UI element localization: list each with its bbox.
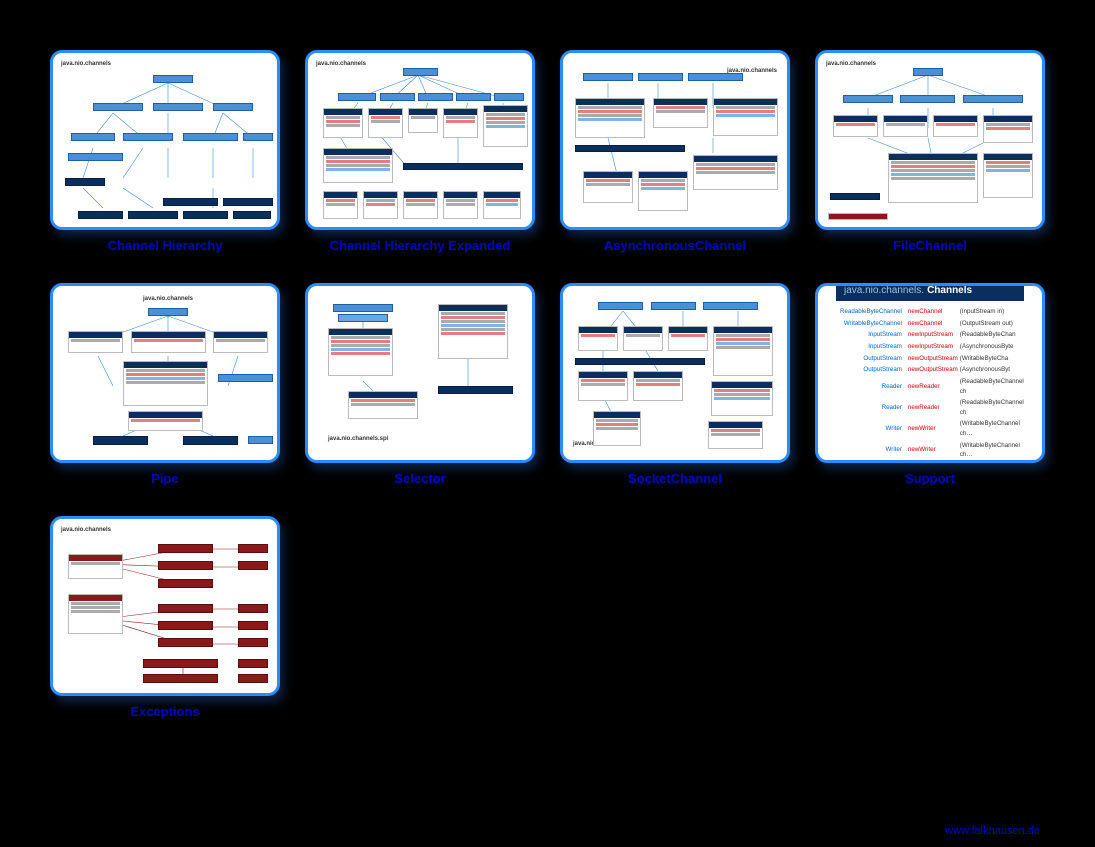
card-title: Pipe: [151, 471, 178, 486]
package-label: java.nio.channels: [826, 61, 876, 67]
support-row: InputStreamnewInputStream(AsynchronousBy…: [840, 342, 1024, 352]
support-row: WritableByteChannelnewChannel(OutputStre…: [840, 319, 1024, 329]
thumbnail[interactable]: java.nio.channels: [815, 50, 1045, 230]
footer-link[interactable]: www.falkhausen.de: [945, 825, 1040, 837]
thumbnail[interactable]: java.nio.channels: [50, 50, 280, 230]
card-socket-channel[interactable]: java.nio.channels SocketChannel: [560, 283, 790, 486]
card-title: Channel Hierarchy: [108, 238, 223, 253]
card-support[interactable]: java.nio.channels.Channels ReadableByteC…: [815, 283, 1045, 486]
package-label: java.nio.channels: [61, 61, 111, 67]
card-title: FileChannel: [893, 238, 967, 253]
thumbnail[interactable]: java.nio.channels: [50, 283, 280, 463]
card-channel-hierarchy-expanded[interactable]: java.nio.channels Channe: [305, 50, 535, 253]
package-label: java.nio.channels: [316, 61, 366, 67]
card-asynchronous-channel[interactable]: java.nio.channels AsynchronousChannel: [560, 50, 790, 253]
thumbnail[interactable]: java.nio.channels: [305, 50, 535, 230]
support-row: WriternewWriter(WritableByteChannel ch…: [840, 419, 1024, 438]
thumbnail[interactable]: java.nio.channels.spi: [305, 283, 535, 463]
card-title: Support: [905, 471, 955, 486]
support-header: java.nio.channels.Channels: [836, 283, 1024, 301]
card-title: Selector: [394, 471, 445, 486]
card-title: Exceptions: [130, 704, 199, 719]
card-exceptions[interactable]: java.nio.channels: [50, 516, 280, 719]
card-title: Channel Hierarchy Expanded: [330, 238, 511, 253]
thumbnail[interactable]: java.nio.channels: [560, 50, 790, 230]
card-title: SocketChannel: [628, 471, 722, 486]
package-label: java.nio.channels: [143, 296, 193, 302]
card-pipe[interactable]: java.nio.channels Pipe: [50, 283, 280, 486]
card-title: AsynchronousChannel: [604, 238, 746, 253]
diagram-grid: java.nio.channels: [50, 50, 1045, 719]
support-class: Channels: [927, 285, 972, 296]
support-method-table: ReadableByteChannelnewChannel(InputStrea…: [836, 301, 1028, 463]
support-package: java.nio.channels.: [844, 285, 924, 296]
thumbnail[interactable]: java.nio.channels: [560, 283, 790, 463]
support-row: InputStreamnewInputStream(ReadableByteCh…: [840, 330, 1024, 340]
package-label: java.nio.channels: [61, 527, 111, 533]
thumbnail[interactable]: java.nio.channels.Channels ReadableByteC…: [815, 283, 1045, 463]
support-row: ReadernewReader(ReadableByteChannel ch: [840, 398, 1024, 417]
thumbnail[interactable]: java.nio.channels: [50, 516, 280, 696]
card-selector[interactable]: java.nio.channels.spi Selector: [305, 283, 535, 486]
support-row: ReadableByteChannelnewChannel(InputStrea…: [840, 307, 1024, 317]
support-row: ReadernewReader(ReadableByteChannel ch: [840, 377, 1024, 396]
card-channel-hierarchy[interactable]: java.nio.channels: [50, 50, 280, 253]
support-row: WriternewWriter(WritableByteChannel ch…: [840, 441, 1024, 460]
support-row: OutputStreamnewOutputStream(Asynchronous…: [840, 365, 1024, 375]
card-file-channel[interactable]: java.nio.channels FileChannel: [815, 50, 1045, 253]
support-row: OutputStreamnewOutputStream(WritableByte…: [840, 354, 1024, 364]
package-label: java.nio.channels.spi: [328, 436, 388, 442]
